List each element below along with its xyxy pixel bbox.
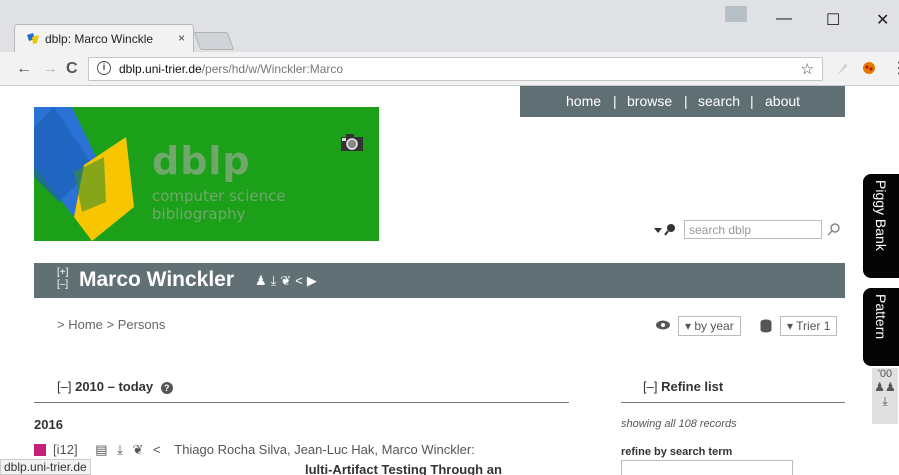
minimize-button[interactable]: — <box>776 10 792 28</box>
dblp-favicon-icon <box>27 33 39 44</box>
side-mini-panel: '00 ♟♟ ⤓ <box>872 368 898 424</box>
refine-term-label: refine by search term <box>621 446 733 458</box>
maximize-button[interactable]: ☐ <box>826 10 840 30</box>
share-icon[interactable]: < <box>153 442 161 457</box>
person-header: [+] [–] Marco Winckler ♟⤓❦<▶ <box>34 263 845 298</box>
logo-title: dblp <box>152 139 251 183</box>
pattern-tab[interactable]: Pattern <box>863 288 899 366</box>
dblp-logo-shapes <box>34 107 134 241</box>
address-bar[interactable]: i dblp.uni-trier.de/pers/hd/w/Winckler:M… <box>88 57 823 81</box>
document-icon[interactable]: ▤ <box>95 442 107 457</box>
style-select-value: Trier 1 <box>796 319 831 333</box>
order-select[interactable]: ▾ by year <box>678 316 741 336</box>
database-icon <box>760 319 772 333</box>
close-window-button[interactable]: ✕ <box>876 10 889 30</box>
forward-button[interactable]: → <box>42 60 58 78</box>
site-info-icon[interactable]: i <box>97 61 111 75</box>
person-action-icons[interactable]: ♟⤓❦<▶ <box>255 273 321 289</box>
nav-browse[interactable]: browse <box>627 93 672 109</box>
bookmark-star-icon[interactable]: ☆ <box>801 60 814 78</box>
reload-button[interactable]: C <box>66 60 78 78</box>
extension-feather-icon[interactable] <box>835 61 849 75</box>
profile-icon[interactable] <box>725 6 747 22</box>
extension-ladybug-icon[interactable] <box>862 61 876 75</box>
section-divider <box>34 402 569 403</box>
dblp-logo[interactable]: dblp computer science bibliography <box>34 107 379 241</box>
publication-key: [i12] <box>53 442 78 457</box>
browser-tab[interactable]: dblp: Marco Winckle × <box>14 24 194 52</box>
mini-year-label[interactable]: '00 <box>872 368 898 380</box>
nav-about[interactable]: about <box>765 93 800 109</box>
piggy-bank-tab[interactable]: Piggy Bank <box>863 174 899 278</box>
section-title: 2010 – today <box>75 379 154 394</box>
browser-toolbar: ← → C i dblp.uni-trier.de/pers/hd/w/Winc… <box>0 52 899 86</box>
publication-type-marker <box>34 444 46 456</box>
eye-icon <box>656 320 670 330</box>
help-icon[interactable]: ? <box>160 382 173 394</box>
search-options-icon[interactable] <box>654 223 678 237</box>
new-tab-button[interactable] <box>193 32 235 50</box>
refine-title: Refine list <box>661 379 724 394</box>
jump-bottom-icon[interactable]: ⤓ <box>872 394 898 409</box>
refine-term-input[interactable] <box>621 460 793 475</box>
tab-close-icon[interactable]: × <box>178 31 185 45</box>
collapse-all[interactable]: [–] <box>57 279 68 291</box>
piggy-bank-label: Piggy Bank <box>873 180 889 251</box>
refine-header: [–] Refine list <box>643 379 723 394</box>
breadcrumb[interactable]: > Home > Persons <box>57 317 165 332</box>
search-icon[interactable]: ❦ <box>133 442 144 457</box>
search-submit-icon[interactable] <box>826 222 842 238</box>
refine-collapse[interactable]: [–] <box>643 379 657 394</box>
search-input[interactable]: search dblp <box>684 220 822 239</box>
download-icon[interactable]: ⤓ <box>117 442 123 457</box>
nav-search[interactable]: search <box>698 93 740 109</box>
order-select-value: by year <box>694 319 734 333</box>
top-navigation: home | browse | search | about <box>520 86 845 117</box>
year-heading: 2016 <box>34 417 63 432</box>
back-button[interactable]: ← <box>16 60 32 78</box>
status-bar: dblp.uni-trier.de <box>0 459 91 475</box>
publication-title: lulti-Artifact Testing Through an <box>305 462 502 475</box>
browser-menu-icon[interactable]: ⋮ <box>891 58 899 78</box>
section-header: [–] 2010 – today ? <box>57 379 173 394</box>
tab-title: dblp: Marco Winckle <box>45 32 154 46</box>
camera-icon <box>341 134 363 151</box>
url-path: /pers/hd/w/Winckler:Marco <box>201 62 344 76</box>
expand-collapse-toggle[interactable]: [+] [–] <box>57 267 68 291</box>
page-title: Marco Winckler <box>79 268 235 291</box>
expand-all[interactable]: [+] <box>57 267 68 279</box>
nav-separator: | <box>750 93 754 109</box>
publication-authors[interactable]: Thiago Rocha Silva, Jean-Luc Hak, Marco … <box>174 442 475 457</box>
nav-separator: | <box>613 93 617 109</box>
section-collapse[interactable]: [–] <box>57 379 71 394</box>
pattern-label: Pattern <box>873 294 889 340</box>
publication-entry: [i12] ▤ ⤓ ❦ < Thiago Rocha Silva, Jean-L… <box>34 442 475 458</box>
refine-divider <box>621 402 845 403</box>
nav-home[interactable]: home <box>566 93 601 109</box>
url-text: dblp.uni-trier.de/pers/hd/w/Winckler:Mar… <box>119 62 343 76</box>
page-content: dblp computer science bibliography home … <box>0 86 899 475</box>
nav-separator: | <box>684 93 688 109</box>
records-count: showing all 108 records <box>621 418 737 430</box>
logo-subtitle: computer science bibliography <box>152 187 286 223</box>
coauthors-icon[interactable]: ♟♟ <box>872 380 898 394</box>
browser-titlebar: dblp: Marco Winckle × — ☐ ✕ <box>0 0 899 52</box>
style-select[interactable]: ▾ Trier 1 <box>780 316 838 336</box>
url-host: dblp.uni-trier.de <box>119 62 202 76</box>
